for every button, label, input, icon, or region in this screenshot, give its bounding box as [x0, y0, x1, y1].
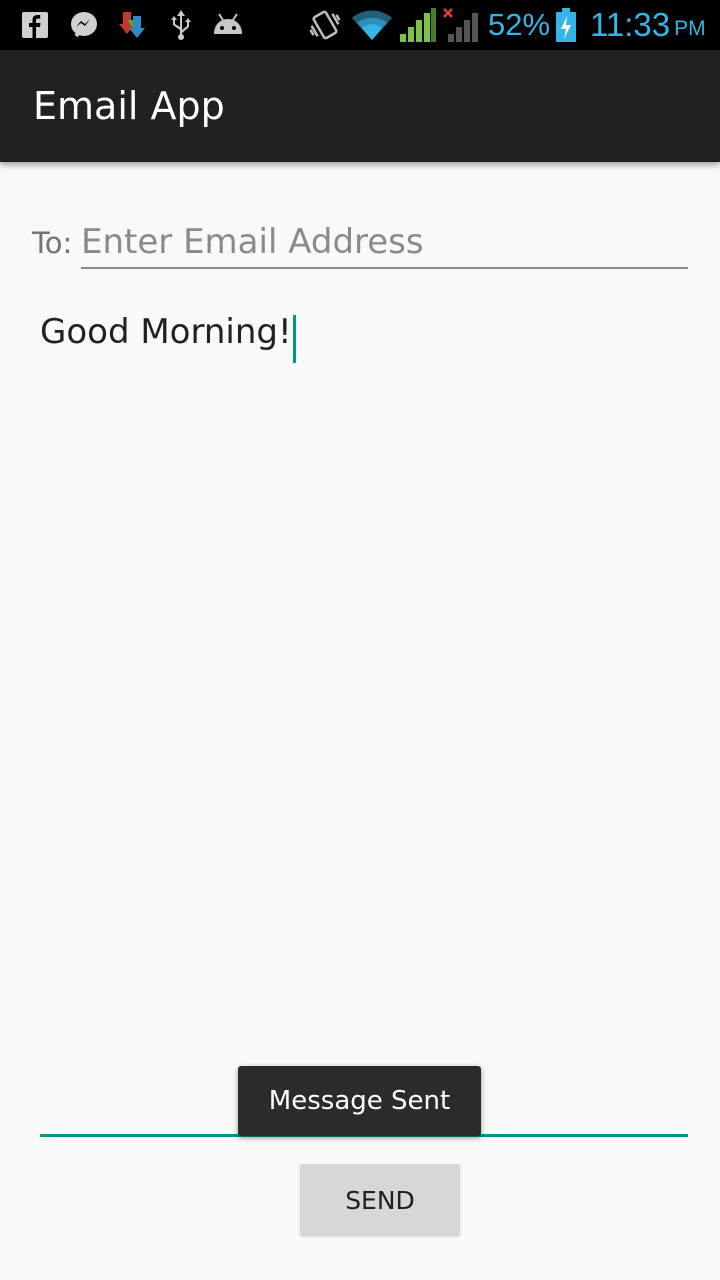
text-cursor [292, 314, 296, 363]
vibrate-icon [308, 0, 342, 50]
clock-ampm: PM [674, 17, 706, 40]
app-title: Email App [33, 84, 225, 128]
battery-charging-icon [555, 0, 577, 50]
app-bar: Email App [0, 50, 720, 162]
no-signal-icon [442, 0, 478, 50]
download-icon [117, 0, 147, 50]
clock-time: 11:33 [590, 6, 671, 43]
usb-icon [169, 0, 193, 50]
wifi-icon [352, 0, 392, 50]
signal-icon [400, 0, 436, 50]
message-text: Good Morning! [40, 312, 292, 352]
toast-message: Message Sent [238, 1066, 481, 1136]
send-button[interactable]: SEND [300, 1164, 460, 1236]
message-input[interactable]: Good Morning! [40, 306, 688, 1137]
status-bar: 52% 11:33 PM [0, 0, 720, 50]
messenger-icon [69, 0, 99, 50]
facebook-icon [22, 0, 48, 50]
battery-percent: 52% [488, 7, 551, 42]
email-address-input[interactable] [81, 217, 688, 269]
android-debug-icon [211, 0, 245, 50]
to-label: To: [32, 226, 73, 260]
